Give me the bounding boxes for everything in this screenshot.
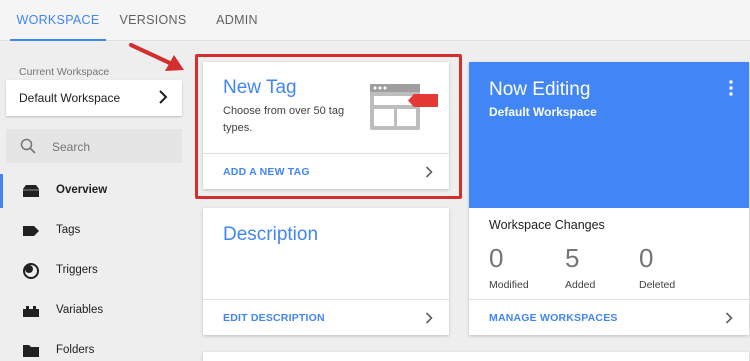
sidebar: Current Workspace Default Workspace Sear… xyxy=(0,41,190,361)
sidebar-item-label: Variables xyxy=(56,304,104,316)
more-vert-icon[interactable] xyxy=(729,80,733,101)
workspace-selector-value: Default Workspace xyxy=(19,91,121,105)
trigger-icon xyxy=(22,263,40,279)
sidebar-item-label: Folders xyxy=(56,344,95,356)
now-editing-card: Now Editing Default Workspace Workspace … xyxy=(469,62,749,335)
sidebar-item-triggers[interactable]: Triggers xyxy=(0,251,190,291)
highlight-box xyxy=(195,54,462,199)
next-card xyxy=(203,352,749,361)
tab-versions[interactable]: VERSIONS xyxy=(113,0,193,41)
manage-workspaces-footer[interactable]: MANAGE WORKSPACES xyxy=(469,299,749,335)
sidebar-item-tags[interactable]: Tags xyxy=(0,211,190,251)
overview-icon xyxy=(22,183,40,199)
tag-icon xyxy=(22,223,40,239)
modified-label: Modified xyxy=(489,279,529,291)
folder-icon xyxy=(22,343,40,359)
edit-description-link[interactable]: EDIT DESCRIPTION xyxy=(223,312,325,324)
modified-count: 0 xyxy=(489,243,504,273)
description-card[interactable]: Description EDIT DESCRIPTION xyxy=(203,208,449,335)
workspace-selector[interactable]: Default Workspace xyxy=(6,80,182,116)
added-count: 5 xyxy=(565,243,580,273)
sidebar-item-label: Overview xyxy=(56,184,108,196)
top-tab-bar: WORKSPACE VERSIONS ADMIN xyxy=(0,0,750,41)
variables-icon xyxy=(22,303,40,319)
search-input[interactable]: Search xyxy=(6,129,182,163)
manage-workspaces-link[interactable]: MANAGE WORKSPACES xyxy=(489,312,618,324)
added-label: Added xyxy=(565,279,596,291)
workspace-changes-label: Workspace Changes xyxy=(489,218,605,232)
now-editing-workspace: Default Workspace xyxy=(489,105,597,119)
chevron-right-icon xyxy=(158,90,168,109)
sidebar-item-folders[interactable]: Folders xyxy=(0,331,190,361)
annotation-arrow xyxy=(129,43,184,71)
search-placeholder: Search xyxy=(52,140,91,154)
sidebar-item-overview[interactable]: Overview xyxy=(0,171,190,211)
now-editing-title: Now Editing xyxy=(489,79,591,100)
chevron-right-icon xyxy=(725,311,733,329)
deleted-count: 0 xyxy=(639,243,654,273)
sidebar-item-label: Tags xyxy=(56,224,81,236)
now-editing-header: Now Editing Default Workspace xyxy=(469,62,749,208)
tab-admin[interactable]: ADMIN xyxy=(205,0,269,41)
current-workspace-label: Current Workspace xyxy=(19,66,110,78)
tab-workspace[interactable]: WORKSPACE xyxy=(10,0,106,41)
sidebar-item-variables[interactable]: Variables xyxy=(0,291,190,331)
search-icon xyxy=(20,138,36,159)
description-title: Description xyxy=(223,224,319,245)
description-footer[interactable]: EDIT DESCRIPTION xyxy=(203,299,449,335)
deleted-label: Deleted xyxy=(639,279,676,291)
chevron-right-icon xyxy=(425,311,433,329)
sidebar-item-label: Triggers xyxy=(56,264,98,276)
